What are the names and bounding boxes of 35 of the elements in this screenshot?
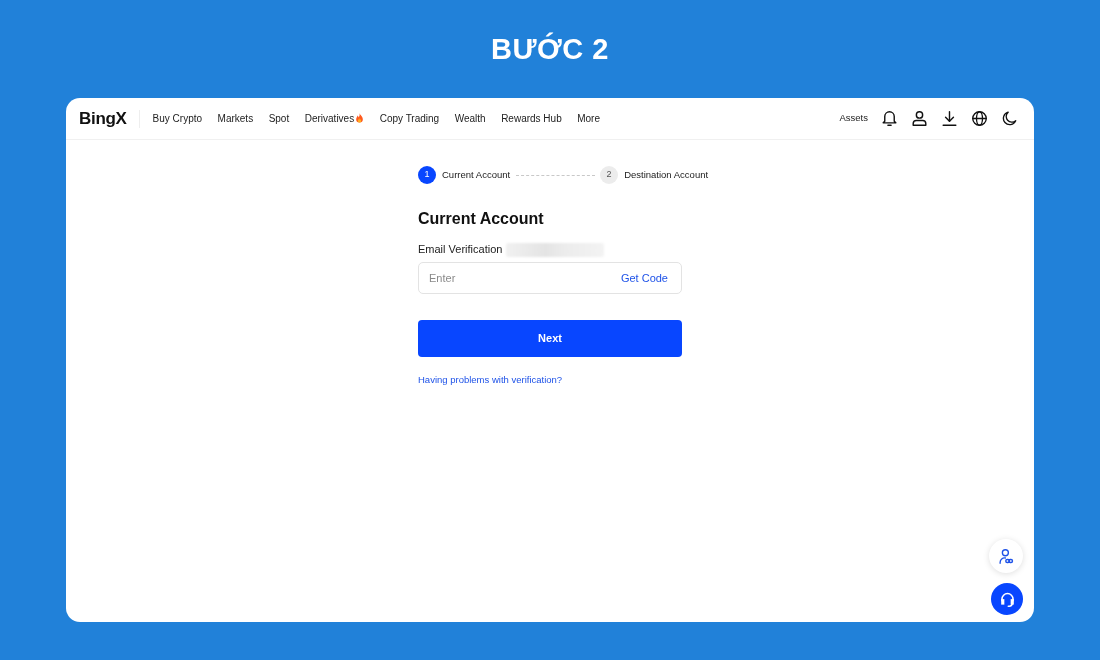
user-icon [912, 111, 927, 126]
download-button[interactable] [942, 111, 957, 126]
nav-link[interactable]: Copy Trading [379, 111, 440, 126]
globe-icon [972, 111, 987, 126]
nav-link[interactable]: More [577, 111, 600, 126]
page-title: BƯỚC 2 [491, 31, 609, 67]
step-label: Current Account [442, 167, 511, 182]
field-label: Email Verification [418, 242, 503, 258]
nav-link[interactable]: Derivatives [304, 111, 365, 126]
nav-link[interactable]: Wealth [454, 111, 486, 126]
moon-button[interactable] [1002, 111, 1017, 126]
nav-link[interactable]: Rewards Hub [501, 111, 562, 126]
globe-button[interactable] [972, 111, 987, 126]
user-link-icon [998, 548, 1014, 564]
floating-button[interactable] [989, 539, 1023, 573]
user-button[interactable] [912, 111, 927, 126]
help-link[interactable]: Having problems with verification? [418, 373, 563, 388]
nav-link[interactable]: Buy Crypto [152, 111, 203, 126]
moon-icon [1002, 111, 1017, 126]
get-code-link[interactable]: Get Code [620, 269, 668, 287]
code-input-field[interactable]: Enter Get Code [418, 262, 682, 294]
nav-link[interactable]: Markets [217, 111, 254, 126]
headset-icon [999, 591, 1015, 607]
logo: BingX [79, 109, 127, 128]
bell-icon [882, 111, 897, 126]
assets-link[interactable]: Assets [839, 111, 868, 126]
nav-link[interactable]: Spot [268, 111, 290, 126]
download-icon [942, 111, 957, 126]
step-number: 1 [418, 166, 436, 184]
form-title: Current Account [418, 209, 544, 229]
next-button[interactable]: Next [418, 320, 682, 357]
support-button[interactable] [991, 583, 1023, 615]
step-number: 2 [600, 166, 619, 184]
step-label: Destination Account [624, 167, 709, 182]
bell-button[interactable] [882, 111, 897, 126]
